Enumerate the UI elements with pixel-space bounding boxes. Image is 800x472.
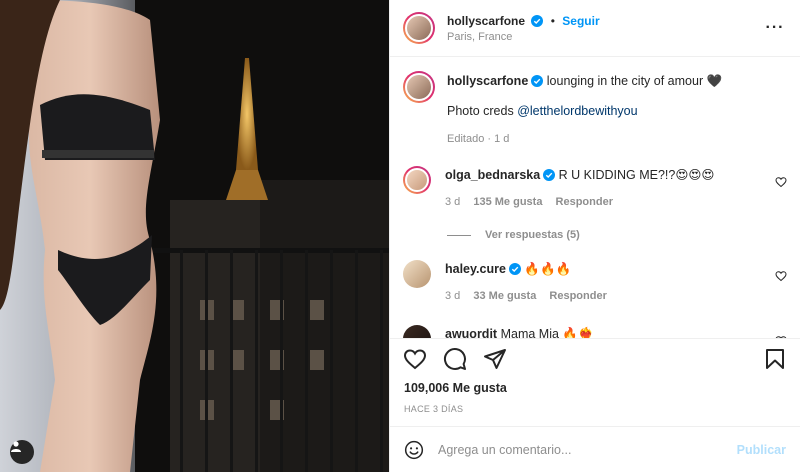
author-info: hollyscarfone • Seguir Paris, France [447, 14, 764, 43]
verified-icon [543, 169, 556, 181]
view-replies-label: Ver respuestas (5) [485, 229, 580, 241]
caption-mention-link[interactable]: @letthelordbewithyou [517, 104, 637, 118]
verified-icon [531, 14, 544, 27]
tagged-users-button[interactable] [10, 440, 34, 464]
post-side-panel: hollyscarfone • Seguir Paris, France ··· [389, 0, 800, 472]
caption-author-avatar[interactable] [403, 71, 435, 103]
commenter-username[interactable]: haley.cure [445, 262, 506, 276]
location-link[interactable]: Paris, France [447, 31, 764, 43]
comment-item: olga_bednarska R U KIDDING ME?!?😍😍😍 3 d … [403, 166, 787, 211]
share-icon[interactable] [483, 347, 507, 371]
comment-text: 🔥🔥🔥 [524, 262, 572, 276]
more-options-icon[interactable]: ··· [764, 19, 786, 37]
comments-list: hollyscarfone lounging in the city of am… [390, 57, 800, 338]
caption-text: lounging in the city of amour 🖤 [546, 74, 723, 88]
replies-divider [447, 234, 471, 236]
user-tag-icon [11, 441, 21, 452]
comment-likes[interactable]: 135 Me gusta [473, 196, 542, 208]
add-comment-bar: Publicar [390, 426, 800, 472]
likes-count[interactable]: 109,006 Me gusta [390, 378, 800, 395]
comment-item: haley.cure 🔥🔥🔥 3 d 33 Me gusta Responder [403, 260, 787, 305]
caption-author-username[interactable]: hollyscarfone [447, 74, 528, 88]
comment-text: Mama Mia 🔥❤️‍🔥 [500, 327, 594, 338]
caption: hollyscarfone lounging in the city of am… [403, 71, 787, 148]
commenter-avatar[interactable] [403, 260, 431, 288]
comment-age: 3 d [445, 290, 461, 302]
author-avatar[interactable] [403, 12, 435, 44]
post-image [0, 0, 389, 472]
post-photo[interactable] [0, 0, 389, 472]
comment-likes[interactable]: 33 Me gusta [473, 290, 536, 302]
heart-icon[interactable] [775, 270, 787, 282]
reply-button[interactable]: Responder [549, 290, 606, 302]
caption-meta: Editado · 1 d [447, 133, 510, 145]
heart-icon[interactable] [403, 347, 427, 371]
verified-icon [531, 75, 544, 87]
heart-icon[interactable] [775, 176, 787, 188]
commenter-avatar[interactable] [403, 166, 431, 194]
author-username[interactable]: hollyscarfone [447, 14, 525, 28]
reply-button[interactable]: Responder [556, 196, 613, 208]
verified-icon [508, 263, 521, 275]
view-replies-button[interactable]: Ver respuestas (5) [447, 229, 787, 241]
commenter-username[interactable]: awuordit [445, 327, 497, 338]
commenter-avatar[interactable] [403, 325, 431, 338]
emoji-icon[interactable] [404, 440, 424, 460]
bookmark-icon[interactable] [763, 347, 787, 371]
comment-input[interactable] [438, 442, 737, 457]
publish-button[interactable]: Publicar [737, 443, 786, 457]
post-timestamp: HACE 3 DÍAS [404, 404, 464, 414]
comment-text: R U KIDDING ME?!?😍😍😍 [558, 168, 715, 182]
separator-dot: • [550, 13, 555, 28]
follow-button[interactable]: Seguir [562, 14, 599, 28]
commenter-username[interactable]: olga_bednarska [445, 168, 540, 182]
comment-age: 3 d [445, 196, 461, 208]
post-actions-bar [390, 338, 800, 378]
heart-icon[interactable] [775, 335, 787, 338]
instagram-post-modal: hollyscarfone • Seguir Paris, France ··· [0, 0, 800, 472]
caption-credits: Photo creds [447, 104, 518, 118]
post-header: hollyscarfone • Seguir Paris, France ··· [390, 0, 800, 57]
comment-icon[interactable] [443, 347, 467, 371]
comment-item: awuordit Mama Mia 🔥❤️‍🔥 [403, 325, 787, 338]
